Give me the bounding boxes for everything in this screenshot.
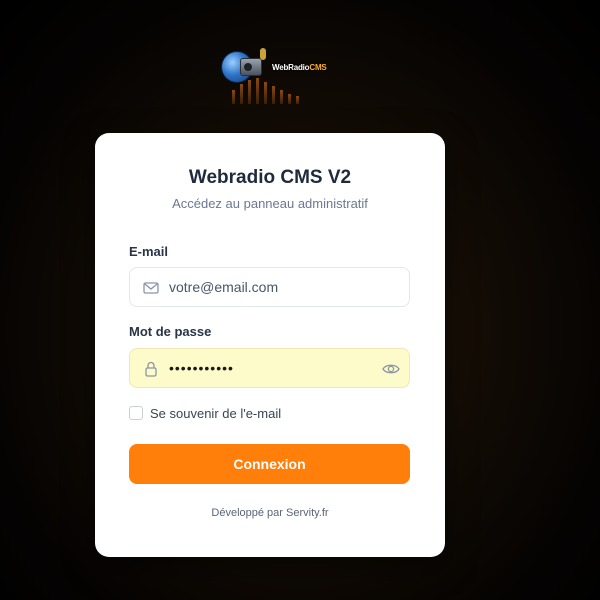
page-title: Webradio CMS V2 [188,167,352,188]
email-field-wrapper [129,267,410,307]
login-button[interactable]: Connexion [129,444,410,484]
logo-text-main: WebRadio [272,63,310,72]
password-field-wrapper [129,348,410,388]
password-field[interactable] [169,349,369,387]
remember-email-checkbox[interactable] [129,406,143,420]
equalizer-bars [232,78,302,104]
logo-text-accent: CMS [309,63,327,72]
microphone-icon [260,48,266,60]
logo-text: WebRadioCMS [272,63,327,72]
login-card: Webradio CMS V2 Accédez au panneau admin… [95,133,445,557]
password-label: Mot de passe [129,324,212,339]
page-subtitle: Accédez au panneau administratif [172,196,368,211]
footer-credit: Développé par Servity.fr [211,507,329,519]
eye-icon[interactable] [381,359,401,379]
radio-icon [240,58,262,76]
remember-email-option[interactable]: Se souvenir de l'e-mail [129,405,281,421]
envelope-icon [143,282,159,294]
email-field[interactable] [169,268,369,306]
remember-email-label: Se souvenir de l'e-mail [150,405,282,421]
webradio-cms-logo: WebRadioCMS [220,44,327,106]
email-label: E-mail [129,244,169,259]
lock-icon [145,361,157,377]
